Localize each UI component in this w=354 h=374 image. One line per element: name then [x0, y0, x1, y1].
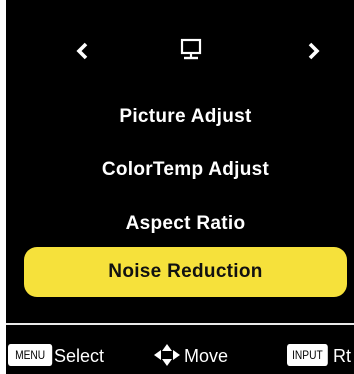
- menu-item-label: Picture Adjust: [119, 106, 252, 127]
- menu-item-picture-adjust[interactable]: Picture Adjust: [24, 92, 347, 142]
- divider: [6, 323, 354, 325]
- menu-item-label: ColorTemp Adjust: [101, 159, 270, 180]
- previous-category-button[interactable]: [70, 37, 94, 65]
- menu-key-badge: MENU: [8, 344, 53, 366]
- key-hint-bar: MENU Select Move INPUT Rt: [0, 336, 354, 374]
- osd-menu-panel: Picture Adjust ColorTemp Adjust Aspect R…: [6, 0, 354, 374]
- chevron-right-icon: [307, 41, 321, 61]
- next-category-button[interactable]: [302, 37, 326, 65]
- directional-pad-icon: [151, 343, 185, 367]
- select-hint-label: Select: [54, 346, 105, 366]
- category-navigation: [6, 0, 354, 100]
- menu-item-label: Aspect Ratio: [125, 213, 246, 234]
- menu-item-noise-reduction[interactable]: Noise Reduction: [24, 247, 347, 297]
- menu-item-label: Noise Reduction: [108, 261, 263, 282]
- menu-item-colortemp-adjust[interactable]: ColorTemp Adjust: [24, 145, 347, 195]
- return-hint-label: Rt: [333, 346, 351, 366]
- move-hint-label: Move: [184, 346, 229, 366]
- monitor-icon: [178, 38, 204, 62]
- chevron-left-icon: [75, 41, 89, 61]
- menu-item-aspect-ratio[interactable]: Aspect Ratio: [24, 199, 347, 249]
- input-key-badge: INPUT: [287, 344, 328, 366]
